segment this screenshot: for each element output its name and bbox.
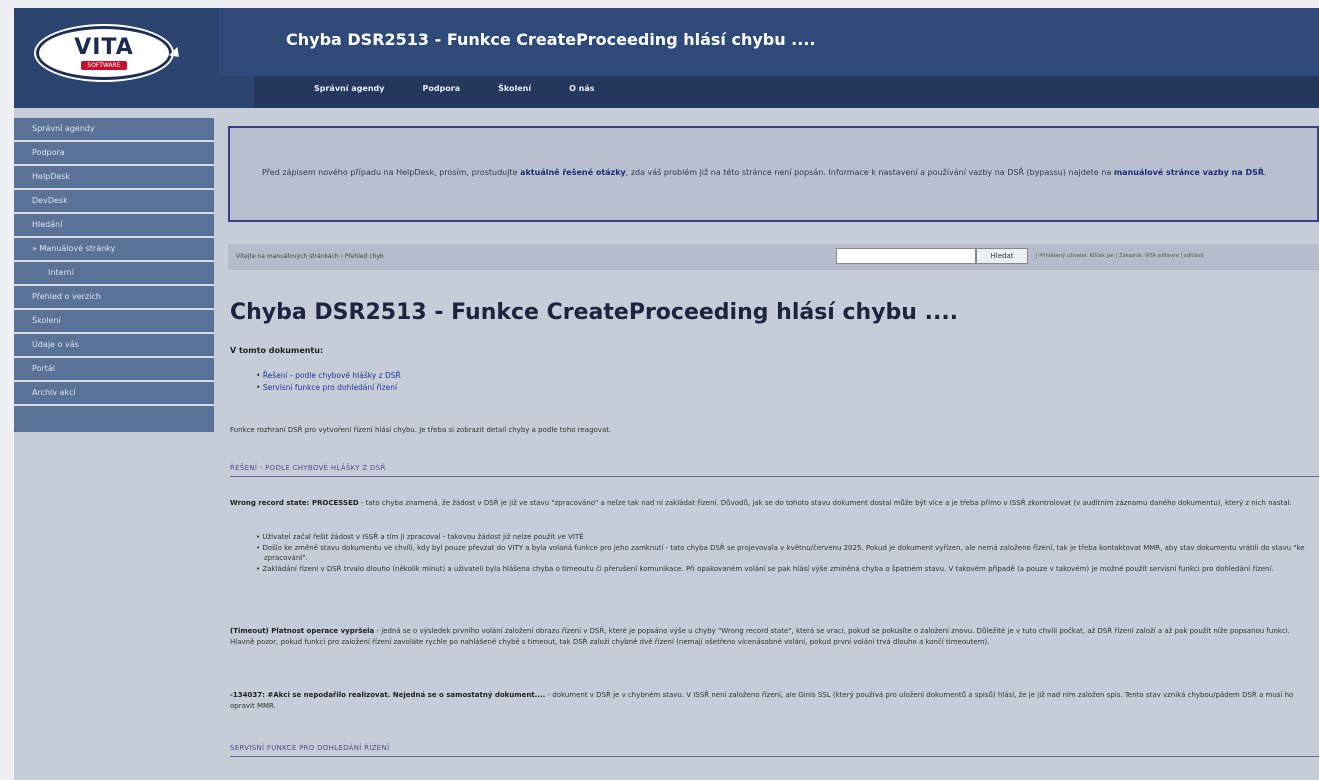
- sidebar-item-podpora[interactable]: Podpora: [14, 142, 214, 166]
- notice-box: Před zápisem nového případu na HelpDesk,…: [228, 126, 1319, 222]
- list-item: Uživatel začal řešit žádost v ISSŘ a tím…: [256, 532, 1311, 543]
- logo[interactable]: VITA SOFTWARE: [36, 26, 184, 82]
- header: VITA SOFTWARE Chyba DSR2513 - Funkce Cre…: [14, 8, 1319, 108]
- notice-link-dsr-manual[interactable]: manuálové stránce vazby na DSŘ: [1114, 168, 1264, 177]
- paragraph-text: - jedná se o výsledek prvního volání zal…: [230, 627, 1290, 646]
- logo-sub: SOFTWARE: [81, 60, 127, 70]
- sidebar: Správní agendy Podpora HelpDesk DevDesk …: [14, 118, 214, 432]
- breadcrumb-bar: Vítejte na manuálových stránkách › Přehl…: [228, 244, 1319, 270]
- sidebar-item-manualove-stranky[interactable]: » Manuálové stránky: [14, 238, 214, 262]
- paragraph-wrong-record-state: Wrong record state: PROCESSED - tato chy…: [230, 498, 1311, 509]
- topnav-item-podpora[interactable]: Podpora: [422, 84, 460, 93]
- topnav-item-o-nas[interactable]: O nás: [569, 84, 594, 93]
- toc-list: Řešení - podle chybové hlášky z DSŘ Serv…: [256, 370, 401, 394]
- sidebar-item-portal[interactable]: Portál: [14, 358, 214, 382]
- browser-frame: VITA SOFTWARE Chyba DSR2513 - Funkce Cre…: [14, 8, 1319, 780]
- paragraph-text: - tato chyba znamená, že žádost v DSŘ je…: [358, 499, 1292, 507]
- sidebar-item-spravni-agendy[interactable]: Správní agendy: [14, 118, 214, 142]
- sidebar-item-archiv-akci[interactable]: Archiv akcí: [14, 382, 214, 406]
- list-item: Došlo ke změně stavu dokumentu ve chvíli…: [256, 543, 1311, 564]
- list-item: Zakládání řízení v DSŘ trvalo dlouho (ně…: [256, 564, 1311, 575]
- section-divider: [230, 476, 1319, 477]
- intro-text: Funkce rozhraní DSŘ pro vytvoření řízení…: [230, 426, 612, 434]
- search-input[interactable]: [836, 248, 976, 264]
- search-button[interactable]: Hledat: [976, 248, 1028, 264]
- document-title: Chyba DSR2513 - Funkce CreateProceeding …: [230, 300, 959, 325]
- logo-text: VITA: [74, 34, 134, 60]
- sidebar-item-helpdesk[interactable]: HelpDesk: [14, 166, 214, 190]
- paragraph-bold: Wrong record state: PROCESSED: [230, 499, 359, 507]
- paragraph-134037: -134037: #Akci se nepodařilo realizovat.…: [230, 690, 1311, 712]
- top-nav: Správní agendy Podpora Školení O nás: [314, 84, 633, 93]
- sidebar-item-hledani[interactable]: Hledání: [14, 214, 214, 238]
- sidebar-item-prehled-o-verzich[interactable]: Přehled o verzích: [14, 286, 214, 310]
- topnav-item-skoleni[interactable]: Školení: [498, 84, 531, 93]
- main-content: Před zápisem nového případu na HelpDesk,…: [228, 118, 1319, 780]
- notice-link-current-issues[interactable]: aktuálně řešené otázky: [520, 168, 626, 177]
- sidebar-item-devdesk[interactable]: DevDesk: [14, 190, 214, 214]
- sidebar-bottom: [14, 406, 214, 432]
- toc-link-servisni-funkce[interactable]: Servisní funkce pro dohledání řízení: [256, 382, 401, 394]
- sidebar-item-skoleni[interactable]: Školení: [14, 310, 214, 334]
- paragraph-bold: (Timeout) Platnost operace vypršela: [230, 627, 375, 635]
- page-title: Chyba DSR2513 - Funkce CreateProceeding …: [286, 30, 816, 49]
- breadcrumb[interactable]: Vítejte na manuálových stránkách › Přehl…: [236, 253, 384, 260]
- topnav-item-spravni-agendy[interactable]: Správní agendy: [314, 84, 384, 93]
- logo-oval: VITA SOFTWARE: [36, 26, 172, 80]
- toc-link-reseni[interactable]: Řešení - podle chybové hlášky z DSŘ: [256, 370, 401, 382]
- section-divider: [230, 756, 1319, 757]
- notice-text: Před zápisem nového případu na HelpDesk,…: [262, 166, 1297, 179]
- notice-text-2: , zda váš problém již na této stránce ne…: [625, 168, 1114, 177]
- section-heading-reseni: ŘEŠENÍ - PODLE CHYBOVÉ HLÁŠKY Z DSŘ: [230, 464, 386, 472]
- bullet-list: Uživatel začal řešit žádost v ISSŘ a tím…: [256, 532, 1311, 574]
- sidebar-item-interni[interactable]: Interní: [14, 262, 214, 286]
- notice-text-1: Před zápisem nového případu na HelpDesk,…: [262, 168, 521, 177]
- sidebar-item-udaje-o-vas[interactable]: Údaje o vás: [14, 334, 214, 358]
- paragraph-bold: -134037: #Akci se nepodařilo realizovat.…: [230, 691, 546, 699]
- toc-heading: V tomto dokumentu:: [230, 346, 324, 355]
- user-info: | Přihlášený uživatel: Kříček Jan | Záka…: [1036, 253, 1204, 259]
- notice-text-3: .: [1264, 168, 1267, 177]
- section-heading-servisni: SERVISNÍ FUNKCE PRO DOHLEDÁNÍ ŘÍZENÍ: [230, 744, 390, 752]
- paragraph-timeout: (Timeout) Platnost operace vypršela - je…: [230, 626, 1311, 648]
